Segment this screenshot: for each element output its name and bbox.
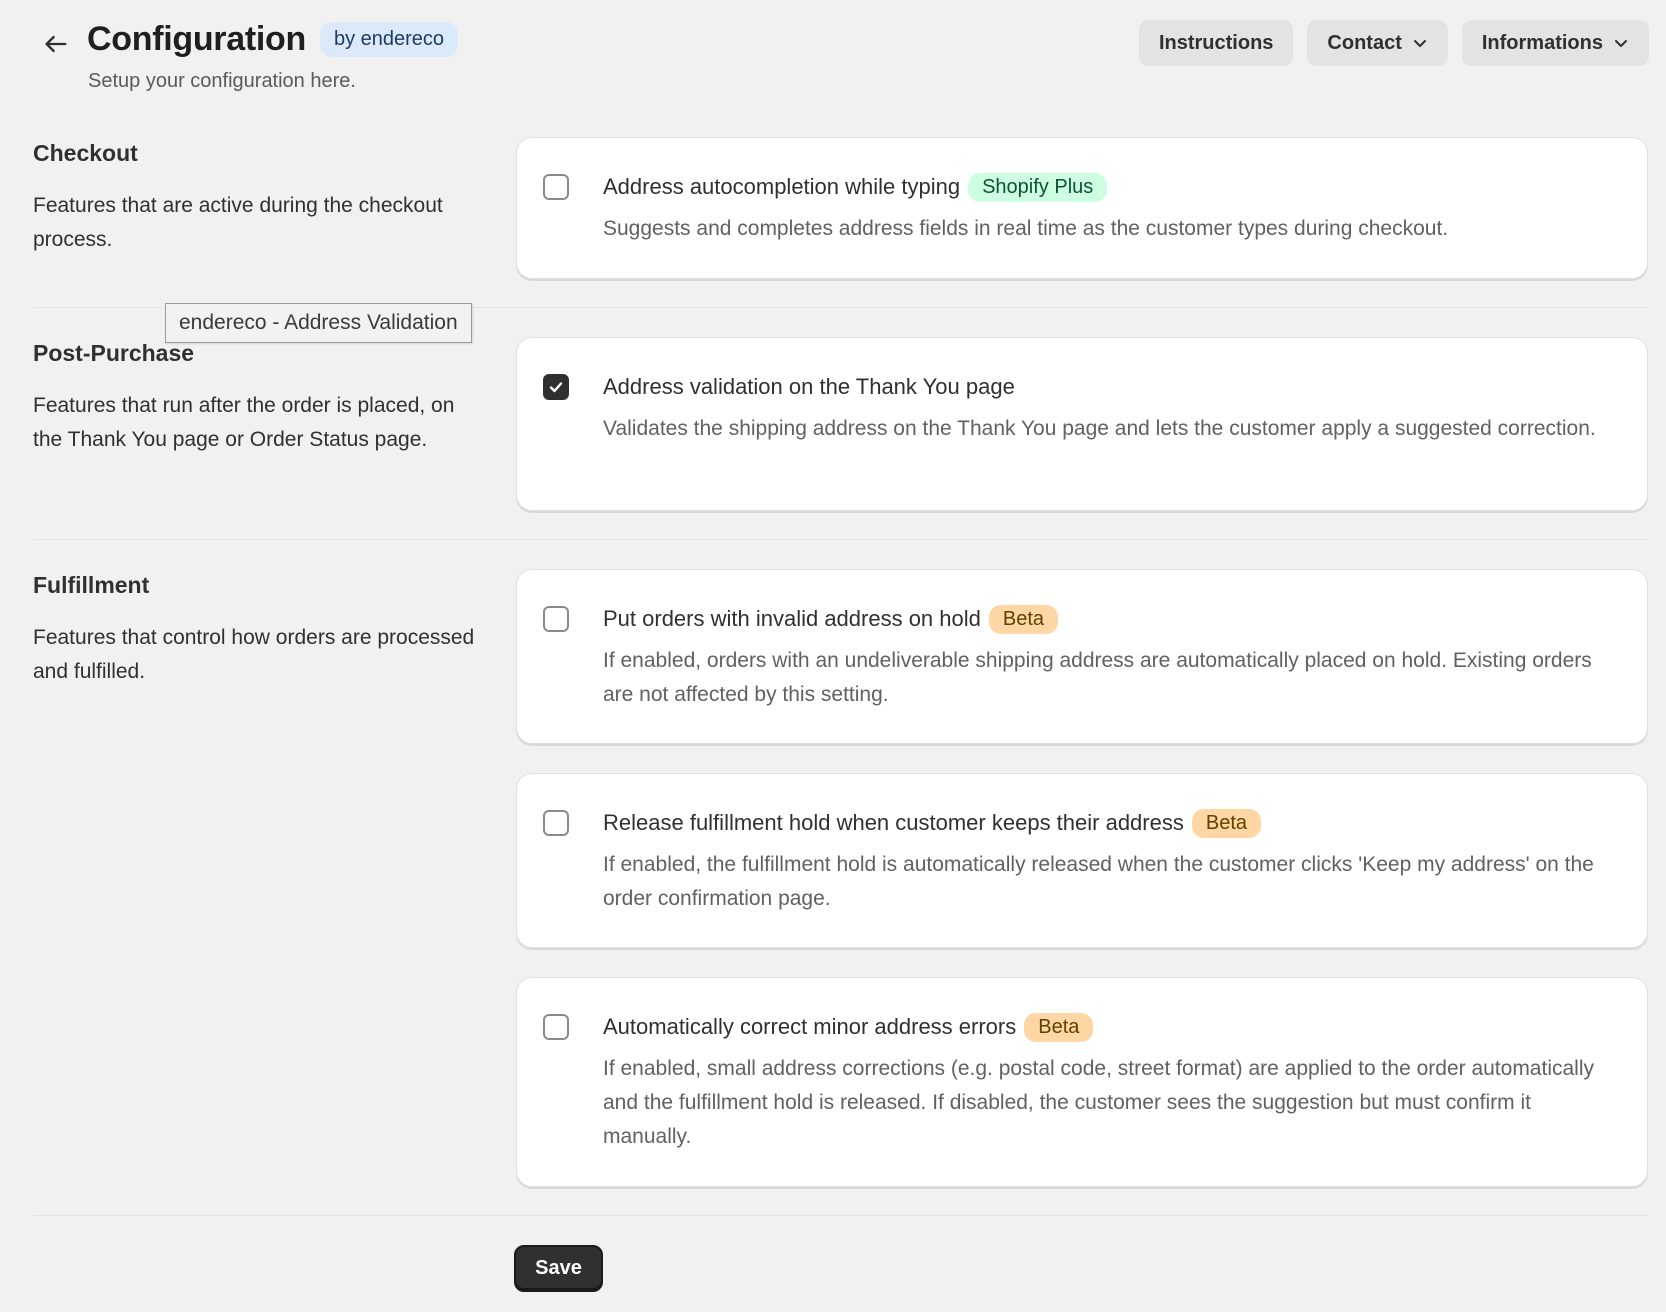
checkmark-icon [549, 382, 563, 393]
section-divider [33, 1215, 1648, 1216]
beta-badge: Beta [1191, 808, 1262, 838]
page-title: Configuration [87, 20, 306, 58]
vendor-badge: by endereco [319, 22, 459, 57]
save-button[interactable]: Save [514, 1245, 603, 1292]
section-heading: Checkout [33, 140, 138, 166]
release-hold-checkbox[interactable] [543, 810, 569, 836]
back-button[interactable] [38, 26, 74, 62]
contact-menu-button[interactable]: Contact [1307, 20, 1448, 66]
contact-button-label: Contact [1327, 31, 1402, 54]
header-actions: Instructions Contact Informations [1138, 20, 1649, 66]
option-title-row: Release fulfillment hold when customer k… [603, 808, 1621, 838]
chevron-down-icon [1413, 40, 1426, 47]
option-title-row: Automatically correct minor address erro… [603, 1012, 1621, 1042]
option-title: Address autocompletion while typing [603, 174, 961, 199]
section-checkout-info: Checkout Features that are active during… [33, 140, 483, 257]
chevron-down-icon [1615, 40, 1627, 47]
option-title-row: Put orders with invalid address on hold … [603, 604, 1621, 634]
option-title: Put orders with invalid address on hold [603, 606, 981, 631]
section-divider [33, 539, 1648, 540]
thank-you-validation-checkbox[interactable] [543, 374, 569, 400]
instructions-button-label: Instructions [1158, 31, 1274, 54]
app-name-tooltip: endereco - Address Validation [165, 303, 472, 343]
beta-badge: Beta [1024, 1012, 1094, 1042]
arrow-left-icon [45, 35, 67, 53]
section-heading: Post-Purchase [33, 340, 195, 366]
beta-badge: Beta [988, 604, 1059, 634]
section-fulfillment-info: Fulfillment Features that control how or… [33, 572, 483, 689]
informations-button-label: Informations [1481, 31, 1603, 54]
checkout-options-card: Address autocompletion while typing Shop… [516, 137, 1648, 279]
option-hold-invalid-orders: Put orders with invalid address on hold … [543, 604, 1621, 712]
option-title: Release fulfillment hold when customer k… [603, 810, 1184, 835]
configuration-page: Configuration by endereco Setup your con… [0, 0, 1666, 1312]
page-subtitle: Setup your configuration here. [88, 70, 356, 92]
section-description: Features that are active during the chec… [33, 194, 443, 251]
option-auto-correct: Automatically correct minor address erro… [543, 1012, 1621, 1154]
post-purchase-options-card: Address validation on the Thank You page… [516, 337, 1648, 511]
option-description: If enabled, the fulfillment hold is auto… [603, 853, 1594, 910]
shopify-plus-badge: Shopify Plus [968, 172, 1108, 202]
option-thank-you-validation: Address validation on the Thank You page… [543, 372, 1621, 446]
option-release-hold: Release fulfillment hold when customer k… [543, 808, 1621, 916]
option-title-row: Address autocompletion while typing Shop… [603, 172, 1621, 202]
title-row: Configuration by endereco [87, 20, 459, 59]
section-description: Features that control how orders are pro… [33, 626, 475, 683]
auto-correct-card: Automatically correct minor address erro… [516, 977, 1648, 1187]
section-heading: Fulfillment [33, 572, 150, 598]
autocompletion-checkbox[interactable] [543, 174, 569, 200]
option-address-autocompletion: Address autocompletion while typing Shop… [543, 172, 1621, 246]
option-title-row: Address validation on the Thank You page [603, 372, 1621, 402]
option-description: Suggests and completes address fields in… [603, 217, 1449, 240]
auto-correct-checkbox[interactable] [543, 1014, 569, 1040]
section-description: Features that run after the order is pla… [33, 394, 455, 451]
section-post-purchase-info: Post-Purchase Features that run after th… [33, 340, 483, 457]
page-header: Configuration by endereco Setup your con… [0, 0, 1666, 110]
release-hold-card: Release fulfillment hold when customer k… [516, 773, 1648, 948]
hold-invalid-orders-checkbox[interactable] [543, 606, 569, 632]
hold-invalid-orders-card: Put orders with invalid address on hold … [516, 569, 1648, 744]
instructions-button[interactable]: Instructions [1138, 20, 1294, 66]
option-title: Address validation on the Thank You page [603, 374, 1015, 399]
option-description: Validates the shipping address on the Th… [603, 417, 1596, 440]
option-title: Automatically correct minor address erro… [603, 1014, 1017, 1039]
informations-menu-button[interactable]: Informations [1461, 20, 1649, 66]
option-description: If enabled, small address corrections (e… [603, 1057, 1594, 1148]
option-description: If enabled, orders with an undeliverable… [603, 649, 1592, 706]
